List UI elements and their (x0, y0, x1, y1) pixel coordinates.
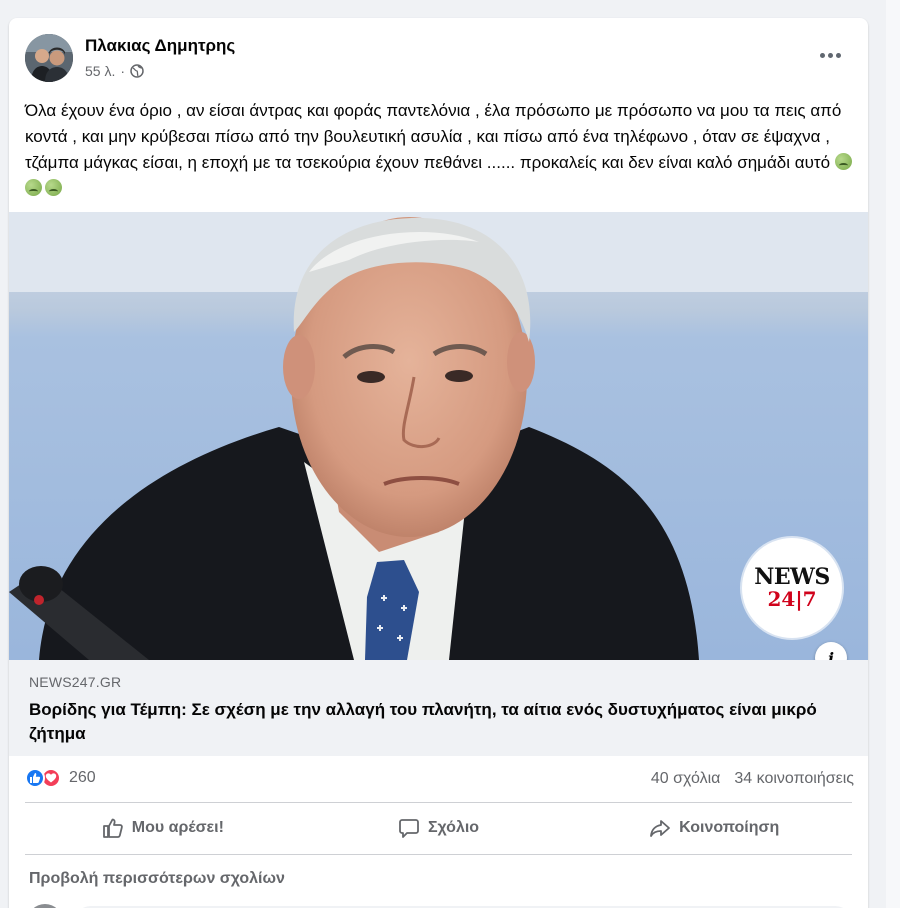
post-time[interactable]: 55 λ. (85, 63, 115, 79)
link-domain: NEWS247.GR (29, 674, 122, 690)
comment-count[interactable]: 40 σχόλια (651, 770, 720, 788)
post-meta: 55 λ. · (85, 63, 144, 79)
engagement-counts: 40 σχόλια 34 κοινοποιήσεις (651, 770, 854, 788)
reaction-count: 260 (69, 769, 96, 786)
share-label: Κοινοποίηση (679, 819, 780, 836)
like-button[interactable]: Μου αρέσει! (25, 808, 301, 848)
author-avatar[interactable] (25, 34, 73, 82)
comment-icon (398, 817, 420, 839)
divider (25, 802, 852, 803)
commenter-avatar[interactable] (27, 904, 63, 908)
post-body: Όλα έχουν ένα όριο , αν είσαι άντρας και… (25, 101, 842, 172)
logo-line-1: NEWS (754, 564, 830, 590)
comment-button[interactable]: Σχόλιο (301, 808, 577, 848)
post-stats: 260 40 σχόλια 34 κοινοποιήσεις (9, 766, 868, 796)
post-header: Πλακιας Δημητρης 55 λ. · (9, 18, 868, 94)
post-actions: Μου αρέσει! Σχόλιο Κοινοποίηση (25, 808, 852, 848)
link-preview-image[interactable] (9, 212, 868, 660)
link-preview[interactable]: NEWS247.GR Βορίδης για Τέμπη: Σε σχέση μ… (9, 660, 868, 756)
nauseated-face-emoji-icon (25, 179, 42, 196)
share-count[interactable]: 34 κοινοποιήσεις (734, 770, 854, 788)
thumbs-up-icon (102, 817, 124, 839)
like-reaction-icon (25, 768, 45, 788)
share-icon (649, 817, 671, 839)
divider (25, 854, 852, 855)
link-title[interactable]: Βορίδης για Τέμπη: Σε σχέση με την αλλαγ… (29, 698, 829, 746)
nauseated-face-emoji-icon (834, 153, 852, 170)
reactions-summary[interactable]: 260 (25, 768, 96, 788)
news247-logo: NEWS 24|7 (742, 538, 842, 638)
more-options-icon[interactable] (812, 40, 848, 70)
page-scrollbar-area (868, 0, 900, 908)
like-label: Μου αρέσει! (131, 819, 224, 836)
post-text: Όλα έχουν ένα όριο , αν είσαι άντρας και… (25, 98, 855, 202)
separator-dot: · (120, 63, 126, 79)
comment-label: Σχόλιο (427, 819, 480, 836)
share-button[interactable]: Κοινοποίηση (576, 808, 852, 848)
logo-line-2: 24|7 (767, 587, 817, 611)
nauseated-face-emoji-icon (45, 179, 62, 196)
globe-icon[interactable] (130, 64, 144, 78)
post-card: Πλακιας Δημητρης 55 λ. · Όλα έχουν ένα ό… (9, 18, 868, 908)
author-name[interactable]: Πλακιας Δημητρης (85, 36, 235, 56)
view-more-comments-link[interactable]: Προβολή περισσότερων σχολίων (29, 870, 285, 888)
scrollbar[interactable] (886, 0, 900, 908)
